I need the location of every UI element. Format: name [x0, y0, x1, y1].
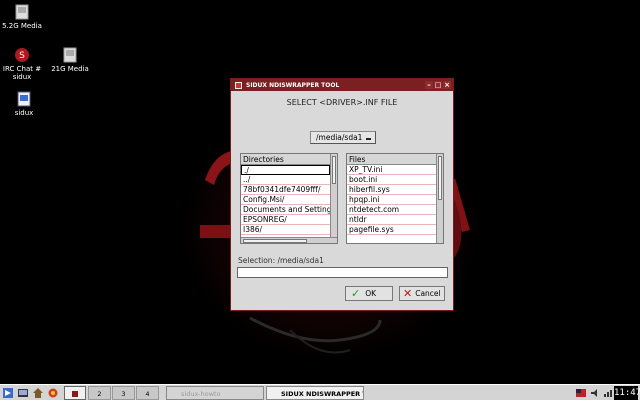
- cancel-button[interactable]: ✕ Cancel: [399, 286, 445, 301]
- scroll-thumb[interactable]: [332, 156, 336, 184]
- pager-desktop-4[interactable]: 4: [136, 386, 159, 400]
- desktop-preview-icon: [72, 391, 78, 397]
- taskbar: 2 3 4 sidux-howto SIDUX NDISWRAPPER TOO …: [0, 384, 640, 400]
- minimize-icon[interactable]: –: [425, 81, 433, 89]
- cancel-x-icon: ✕: [403, 286, 413, 300]
- maximize-icon[interactable]: □: [434, 81, 442, 89]
- dialog-heading: SELECT <DRIVER>.INF FILE: [286, 98, 398, 107]
- path-dropdown-value: /media/sda1: [316, 133, 363, 142]
- task-button-ndiswrapper[interactable]: SIDUX NDISWRAPPER TOO: [266, 386, 364, 400]
- path-dropdown[interactable]: /media/sda1: [310, 131, 376, 144]
- desktop-icon-5-2g-media[interactable]: 5.2G Media: [0, 4, 47, 30]
- file-item[interactable]: ntdetect.com: [347, 205, 436, 215]
- check-icon: ✓: [351, 286, 361, 300]
- file-item[interactable]: hpqp.ini: [347, 195, 436, 205]
- task-button-howto[interactable]: sidux-howto: [166, 386, 264, 400]
- ok-button[interactable]: ✓ OK: [345, 286, 393, 301]
- volume-icon[interactable]: [590, 388, 600, 398]
- directories-hscroll[interactable]: [241, 237, 337, 243]
- task-label: sidux-howto: [181, 390, 221, 398]
- irc-chat-icon: S: [15, 48, 29, 62]
- browser-icon[interactable]: [48, 388, 58, 398]
- ok-button-label: OK: [365, 289, 377, 298]
- directories-list: Directories ./ ../ 78bf0341dfe7409fff/ C…: [240, 153, 338, 244]
- window-menu-icon[interactable]: [235, 81, 242, 89]
- file-item[interactable]: hiberfil.sys: [347, 185, 436, 195]
- desktop-icon-label: sidux: [14, 109, 34, 117]
- document-icon: [17, 91, 31, 107]
- selection-input[interactable]: [237, 267, 448, 278]
- terminal-icon[interactable]: [18, 388, 28, 398]
- directory-item[interactable]: EPSONREG/: [241, 215, 330, 225]
- window-titlebar[interactable]: SIDUX NDISWRAPPER TOOL – □ ×: [231, 79, 453, 91]
- directories-vscroll[interactable]: [330, 154, 337, 237]
- file-item[interactable]: ntldr: [347, 215, 436, 225]
- file-item[interactable]: boot.ini: [347, 175, 436, 185]
- files-vscroll[interactable]: [436, 154, 443, 243]
- clock[interactable]: 11:47: [614, 386, 640, 400]
- close-icon[interactable]: ×: [443, 81, 451, 89]
- cancel-button-label: Cancel: [415, 289, 441, 298]
- desktop-icon-label: 5.2G Media: [2, 22, 42, 30]
- desktop-icon-21g-media[interactable]: 21G Media: [45, 47, 95, 73]
- scroll-thumb[interactable]: [243, 239, 307, 243]
- drive-icon: [15, 4, 29, 20]
- desktop-icon-label: 21G Media: [51, 65, 89, 73]
- pager-desktop-2[interactable]: 2: [88, 386, 111, 400]
- files-header: Files: [347, 154, 436, 165]
- directory-item[interactable]: ../: [241, 175, 330, 185]
- dropdown-arrow-icon: [366, 138, 371, 140]
- start-menu-icon[interactable]: [3, 388, 13, 398]
- pager-desktop-3[interactable]: 3: [112, 386, 135, 400]
- directories-header: Directories: [241, 154, 330, 165]
- keyboard-layout-flag-icon[interactable]: [576, 388, 586, 398]
- desktop-icon-label: IRC Chat #: [2, 65, 42, 73]
- directory-item[interactable]: Documents and Setting: [241, 205, 330, 215]
- files-list: Files XP_TV.ini boot.ini hiberfil.sys hp…: [346, 153, 444, 244]
- desktop-icon-irc-chat[interactable]: S IRC Chat # sidux: [0, 47, 47, 81]
- scroll-thumb[interactable]: [438, 156, 442, 200]
- svg-text:S: S: [19, 51, 25, 61]
- network-icon[interactable]: [603, 388, 613, 398]
- file-item[interactable]: XP_TV.ini: [347, 165, 436, 175]
- window-title: SIDUX NDISWRAPPER TOOL: [246, 81, 340, 89]
- desktop-icon-label-line2: sidux: [12, 73, 32, 81]
- desktop-icon-sidux[interactable]: sidux: [0, 91, 49, 117]
- home-folder-icon[interactable]: [33, 388, 43, 398]
- directory-item[interactable]: Config.Msi/: [241, 195, 330, 205]
- file-item[interactable]: pagefile.sys: [347, 225, 436, 235]
- ndiswrapper-dialog: SIDUX NDISWRAPPER TOOL – □ × SELECT <DRI…: [230, 78, 454, 311]
- pager-desktop-1[interactable]: [64, 386, 86, 400]
- directory-item[interactable]: I386/: [241, 225, 330, 235]
- directory-item[interactable]: 78bf0341dfe7409fff/: [241, 185, 330, 195]
- drive-icon: [63, 47, 77, 63]
- selection-label: Selection: /media/sda1: [238, 256, 324, 265]
- directory-item[interactable]: ./: [241, 165, 330, 175]
- task-label: SIDUX NDISWRAPPER TOO: [281, 390, 363, 398]
